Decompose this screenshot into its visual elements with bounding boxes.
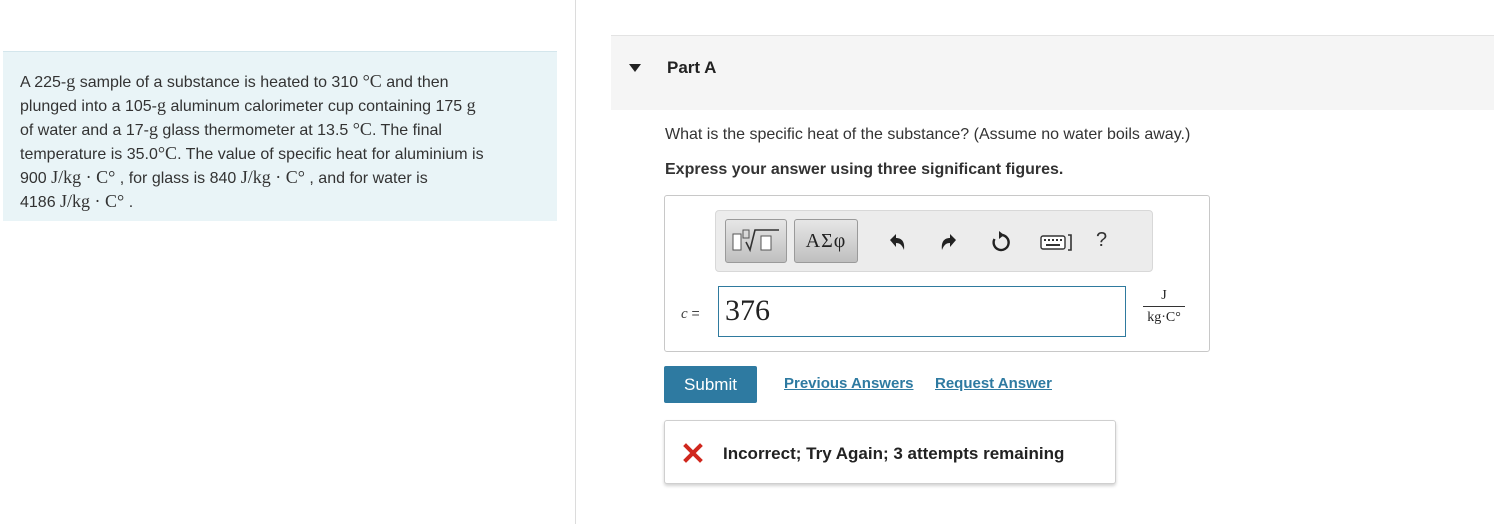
collapse-triangle-icon[interactable]	[629, 64, 641, 72]
undo-icon[interactable]	[886, 231, 908, 253]
panel-divider	[575, 0, 576, 524]
symbols-button[interactable]: ΑΣφ	[794, 219, 858, 263]
question-text: What is the specific heat of the substan…	[665, 126, 1191, 143]
feedback-box: Incorrect; Try Again; 3 attempts remaini…	[664, 420, 1116, 484]
problem-line: of water and a 17-g glass thermometer at…	[20, 119, 442, 139]
request-answer-link[interactable]: Request Answer	[935, 375, 1052, 392]
variable-label: c =	[681, 305, 700, 322]
answer-box: ΑΣφ ? c = 376 J kg·C°	[664, 195, 1210, 352]
feedback-text: Incorrect; Try Again; 3 attempts remaini…	[723, 444, 1065, 463]
incorrect-x-icon	[683, 443, 703, 463]
help-icon[interactable]: ?	[1096, 229, 1112, 251]
problem-line: temperature is 35.0°C. The value of spec…	[20, 143, 484, 163]
problem-line: 4186 J/kg · C° .	[20, 191, 134, 211]
answer-units: J kg·C°	[1141, 288, 1187, 326]
part-header[interactable]: Part A	[611, 35, 1494, 110]
part-title: Part A	[667, 58, 717, 77]
problem-line: 900 J/kg · C° , for glass is 840 J/kg · …	[20, 167, 428, 187]
instruction-text: Express your answer using three signific…	[665, 161, 1064, 178]
unit-numerator: J	[1143, 288, 1185, 307]
unit-denominator: kg·C°	[1147, 310, 1181, 325]
answer-input[interactable]: 376	[718, 286, 1126, 337]
submit-button[interactable]: Submit	[664, 366, 757, 403]
previous-answers-link[interactable]: Previous Answers	[784, 375, 914, 392]
templates-button[interactable]	[725, 219, 787, 263]
keyboard-icon[interactable]	[1040, 231, 1074, 253]
math-toolbar: ΑΣφ ?	[715, 210, 1153, 272]
redo-icon[interactable]	[938, 231, 960, 253]
problem-statement: A 225-g sample of a substance is heated …	[3, 51, 557, 221]
symbols-label: ΑΣφ	[805, 229, 847, 252]
problem-line: plunged into a 105-g aluminum calorimete…	[20, 95, 476, 115]
reset-icon[interactable]	[990, 231, 1012, 253]
problem-line: A 225-g sample of a substance is heated …	[20, 71, 449, 91]
templates-icon	[732, 229, 779, 253]
